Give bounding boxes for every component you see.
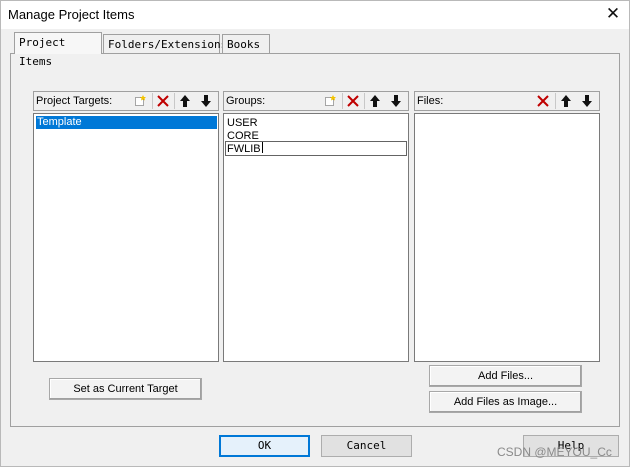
delete-icon[interactable] — [342, 93, 362, 109]
add-files-button[interactable]: Add Files... — [429, 365, 582, 387]
cancel-label: Cancel — [346, 439, 387, 452]
tab-folders-extensions[interactable]: Folders/Extensions — [103, 34, 227, 53]
delete-icon[interactable] — [533, 93, 553, 109]
list-item-group[interactable]: USER — [226, 117, 258, 130]
move-down-icon[interactable] — [386, 93, 406, 109]
project-targets-header: Project Targets: — [33, 91, 219, 111]
project-targets-label: Project Targets: — [36, 95, 113, 107]
move-up-icon[interactable] — [364, 93, 384, 109]
groups-label: Groups: — [226, 95, 266, 107]
groups-header: Groups: — [223, 91, 409, 111]
list-item-target[interactable]: Template — [36, 116, 217, 129]
files-label: Files: — [417, 95, 444, 107]
group-name-edit-field[interactable]: FWLIB — [225, 141, 407, 156]
group-edit-value: FWLIB — [227, 143, 261, 155]
text-caret — [261, 142, 263, 153]
tab-project-items[interactable]: Project Items — [14, 32, 102, 68]
new-item-icon[interactable] — [320, 93, 340, 109]
watermark-text: CSDN @MEYOU_Cc — [497, 445, 612, 459]
set-current-target-label: Set as Current Target — [73, 383, 178, 395]
title-bar: Manage Project Items ✕ — [1, 1, 629, 29]
move-up-icon[interactable] — [174, 93, 194, 109]
move-up-icon[interactable] — [555, 93, 575, 109]
add-files-as-image-button[interactable]: Add Files as Image... — [429, 391, 582, 413]
groups-list[interactable]: USER CORE FWLIB — [223, 113, 409, 362]
tab-books[interactable]: Books — [222, 34, 270, 53]
close-icon[interactable]: ✕ — [601, 3, 625, 25]
ok-label: OK — [257, 439, 272, 452]
window-title: Manage Project Items — [8, 7, 135, 22]
ok-button[interactable]: OK — [219, 435, 310, 457]
move-down-icon[interactable] — [196, 93, 216, 109]
move-down-icon[interactable] — [577, 93, 597, 109]
files-list[interactable] — [414, 113, 600, 362]
project-targets-list[interactable]: Template — [33, 113, 219, 362]
delete-icon[interactable] — [152, 93, 172, 109]
cancel-button[interactable]: Cancel — [321, 435, 412, 457]
files-header: Files: — [414, 91, 600, 111]
tab-label: Books — [227, 38, 261, 51]
add-files-label: Add Files... — [477, 370, 534, 382]
new-item-icon[interactable] — [130, 93, 150, 109]
add-files-as-image-label: Add Files as Image... — [453, 396, 558, 408]
tab-label: Folders/Extensions — [108, 38, 228, 51]
set-current-target-button[interactable]: Set as Current Target — [49, 378, 202, 400]
manage-project-items-dialog: Manage Project Items ✕ Project Items Fol… — [0, 0, 630, 467]
